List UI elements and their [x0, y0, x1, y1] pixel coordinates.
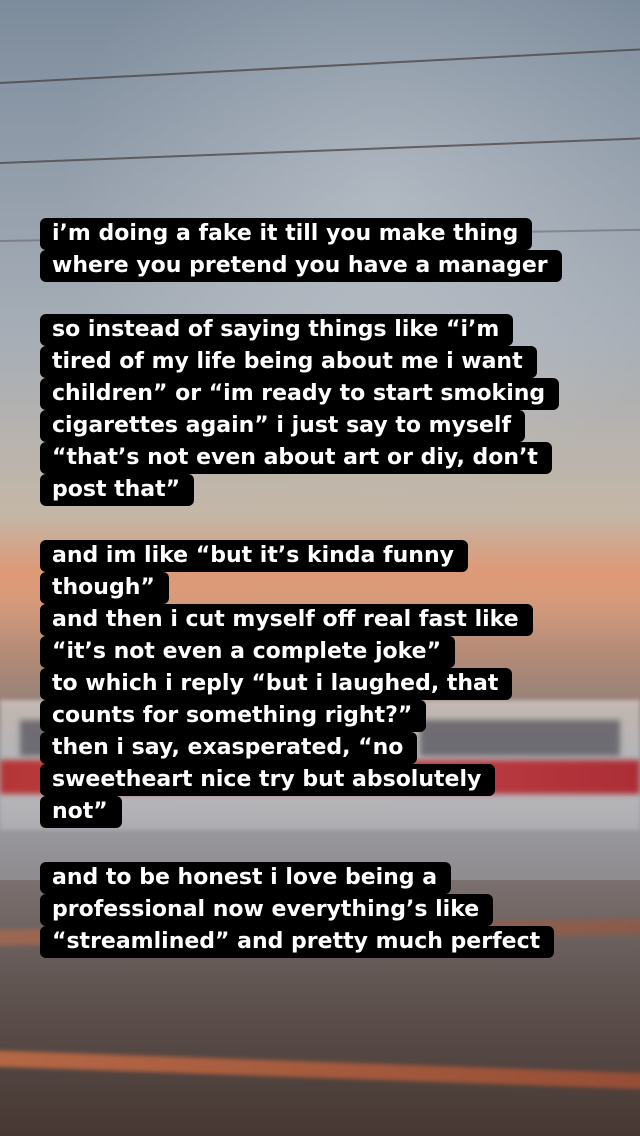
text-line: “that’s not even about art or diy, don’t: [40, 442, 552, 474]
text-line: cigarettes again” i just say to myself: [40, 410, 526, 442]
text-line: counts for something right?”: [40, 700, 427, 732]
text-line: so instead of saying things like “i’m: [40, 314, 514, 346]
text-line: “it’s not even a complete joke”: [40, 636, 456, 668]
text-line: not”: [40, 796, 122, 828]
text-line: where you pretend you have a manager: [40, 250, 562, 282]
text-line: professional now everything’s like: [40, 894, 494, 926]
text-line: and then i cut myself off real fast like: [40, 604, 533, 636]
text-line: post that”: [40, 474, 195, 506]
text-line: sweetheart nice try but absolutely: [40, 764, 496, 796]
text-line: then i say, exasperated, “no: [40, 732, 418, 764]
text-line: though”: [40, 572, 169, 604]
text-line: tired of my life being about me i want: [40, 346, 537, 378]
text-line: and im like “but it’s kinda funny: [40, 540, 468, 572]
text-line: children” or “im ready to start smoking: [40, 378, 560, 410]
text-line: “streamlined” and pretty much perfect: [40, 926, 555, 958]
text-line: to which i reply “but i laughed, that: [40, 668, 513, 700]
text-line: i’m doing a fake it till you make thing: [40, 218, 533, 250]
text-line: and to be honest i love being a: [40, 862, 452, 894]
train-window: [420, 720, 620, 756]
